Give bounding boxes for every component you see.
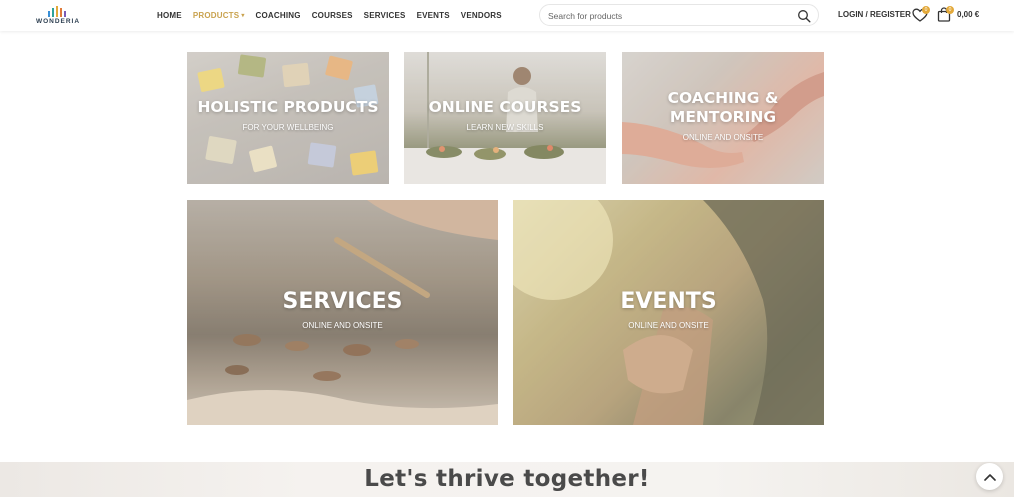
search-input[interactable] (548, 8, 788, 23)
search-bar (539, 4, 819, 26)
tile-services[interactable]: SERVICES ONLINE AND ONSITE (187, 200, 498, 425)
tile-title: ONLINE COURSES (428, 98, 582, 116)
nav-item-label: COURSES (311, 11, 353, 20)
tile-title: HOLISTIC PRODUCTS (197, 98, 379, 116)
brand-logo[interactable]: WONDERIA (33, 5, 83, 27)
tile-subtitle: ONLINE AND ONSITE (628, 321, 709, 330)
nav-item-label: PRODUCTS (192, 11, 240, 20)
tile-title: SERVICES (282, 289, 403, 314)
cart-total[interactable]: 0,00 € (957, 10, 979, 19)
nav-item-coaching[interactable]: COACHING (256, 11, 301, 20)
tile-subtitle: FOR YOUR WELLBEING (242, 123, 334, 132)
tile-holistic-products[interactable]: HOLISTIC PRODUCTS FOR YOUR WELLBEING (187, 52, 389, 184)
tile-coaching-mentoring[interactable]: COACHING & MENTORING ONLINE AND ONSITE (622, 52, 824, 184)
nav-item-products[interactable]: PRODUCTS ▾ (193, 11, 245, 20)
site-header: WONDERIA HOME PRODUCTS ▾ COACHING COURSES… (0, 0, 1014, 31)
tile-title: COACHING & (667, 89, 779, 107)
nav-item-courses[interactable]: COURSES (312, 11, 353, 20)
nav-item-services[interactable]: SERVICES (364, 11, 406, 20)
wishlist-count-badge: 0 (922, 6, 930, 14)
nav-item-label: HOME (157, 11, 182, 20)
login-register-link[interactable]: LOGIN / REGISTER (838, 10, 911, 19)
scroll-to-top-button[interactable] (976, 463, 1003, 490)
tile-subtitle: ONLINE AND ONSITE (302, 321, 383, 330)
nav-item-home[interactable]: HOME (157, 11, 182, 20)
logo-icon (48, 6, 66, 17)
nav-item-label: COACHING (255, 11, 301, 20)
tile-subtitle: ONLINE AND ONSITE (682, 133, 764, 142)
cart-count-badge: 0 (946, 6, 954, 14)
tile-subtitle: LEARN NEW SKILLS (466, 123, 544, 132)
nav-item-label: SERVICES (363, 11, 406, 20)
nav-item-events[interactable]: EVENTS (417, 11, 450, 20)
search-icon[interactable] (797, 9, 811, 23)
cta-heading: Let's thrive together! (364, 466, 650, 492)
tile-overlay (404, 52, 606, 184)
chevron-up-icon (983, 473, 996, 481)
nav-item-label: VENDORS (460, 11, 502, 20)
tile-title: EVENTS (620, 289, 717, 314)
nav-item-vendors[interactable]: VENDORS (461, 11, 502, 20)
tile-online-courses[interactable]: ONLINE COURSES LEARN NEW SKILLS (404, 52, 606, 184)
chevron-down-icon: ▾ (241, 13, 245, 19)
tile-title: MENTORING (669, 108, 777, 126)
tile-events[interactable]: EVENTS ONLINE AND ONSITE (513, 200, 824, 425)
nav-item-label: EVENTS (416, 11, 450, 20)
main-nav: HOME PRODUCTS ▾ COACHING COURSES SERVICES… (157, 0, 502, 31)
tile-overlay (187, 52, 389, 184)
brand-name: WONDERIA (35, 18, 81, 25)
